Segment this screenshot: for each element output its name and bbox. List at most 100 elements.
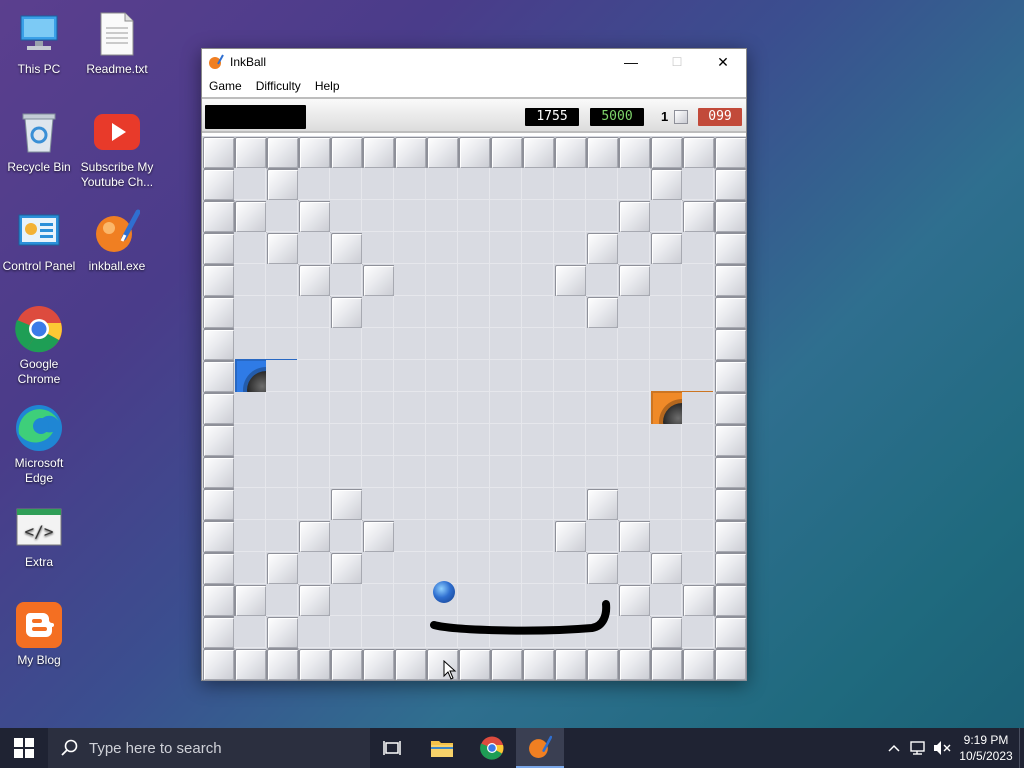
floor-tile	[554, 232, 586, 264]
start-button[interactable]	[0, 728, 48, 768]
wall-block	[202, 584, 235, 617]
target-score-display: 5000	[590, 108, 644, 126]
wall-block	[682, 200, 715, 233]
floor-tile	[394, 200, 426, 232]
wall-block	[618, 520, 651, 553]
wall-block	[266, 616, 299, 649]
game-board[interactable]	[202, 136, 747, 681]
desktop-icon-label: Extra	[24, 555, 53, 569]
desktop-icon-my-blog[interactable]: My Blog	[0, 601, 78, 668]
floor-tile	[234, 392, 266, 424]
floor-tile	[362, 488, 394, 520]
wall-block	[554, 264, 587, 297]
floor-tile	[650, 456, 682, 488]
floor-tile	[330, 456, 362, 488]
floor-tile	[266, 264, 298, 296]
wall-block	[202, 328, 235, 361]
floor-tile	[362, 424, 394, 456]
wall-block	[522, 136, 555, 169]
floor-tile	[234, 552, 266, 584]
wall-block	[714, 360, 747, 393]
clock[interactable]: 9:19 PM 10/5/2023	[955, 732, 1017, 764]
wall-block	[330, 488, 363, 521]
search-box[interactable]: Type here to search	[48, 728, 370, 768]
floor-tile	[522, 424, 554, 456]
desktop-icon-extra[interactable]: </> Extra	[0, 503, 78, 570]
floor-tile	[426, 264, 458, 296]
floor-tile	[298, 616, 330, 648]
show-hidden-icons-button[interactable]	[886, 740, 902, 756]
ball	[433, 581, 455, 603]
floor-tile	[682, 424, 714, 456]
taskbar-inkball[interactable]	[516, 728, 564, 768]
desktop-icon-label: Google Chrome	[17, 357, 61, 386]
desktop-icon-chrome[interactable]: Google Chrome	[0, 305, 78, 387]
volume-button[interactable]	[933, 740, 951, 756]
desktop-icon-control-panel[interactable]: Control Panel	[0, 207, 78, 274]
desktop-icon-edge[interactable]: Microsoft Edge	[0, 404, 78, 486]
desktop-icon-youtube[interactable]: Subscribe My Youtube Ch...	[78, 108, 156, 190]
taskbar-chrome[interactable]	[468, 728, 516, 768]
floor-tile	[586, 584, 618, 616]
code-file-icon: </>	[15, 503, 63, 551]
floor-tile	[362, 296, 394, 328]
floor-tile	[298, 168, 330, 200]
wall-block	[394, 136, 427, 169]
floor-tile	[394, 360, 426, 392]
wall-block	[714, 296, 747, 329]
desktop-icon-label: Subscribe My Youtube Ch...	[80, 160, 154, 189]
desktop-icon-inkball[interactable]: inkball.exe	[78, 207, 156, 274]
floor-tile	[682, 488, 714, 520]
floor-tile	[362, 456, 394, 488]
floor-tile	[426, 232, 458, 264]
menu-game[interactable]: Game	[202, 79, 249, 93]
wall-block	[202, 296, 235, 329]
floor-tile	[266, 296, 298, 328]
floor-tile	[394, 232, 426, 264]
wall-block	[714, 424, 747, 457]
desktop-icon-recycle-bin[interactable]: Recycle Bin	[0, 108, 78, 175]
wall-block	[362, 520, 395, 553]
floor-tile	[362, 360, 394, 392]
wall-block	[202, 552, 235, 585]
network-button[interactable]	[910, 740, 928, 756]
floor-tile	[490, 168, 522, 200]
task-view-button[interactable]	[368, 728, 416, 768]
network-icon	[910, 741, 925, 755]
floor-tile	[682, 456, 714, 488]
wall-block	[618, 264, 651, 297]
floor-tile	[682, 264, 714, 296]
floor-tile	[426, 200, 458, 232]
wall-block	[650, 616, 683, 649]
floor-tile	[618, 456, 650, 488]
taskbar-file-explorer[interactable]	[418, 728, 466, 768]
floor-tile	[458, 488, 490, 520]
desktop-icon-readme[interactable]: Readme.txt	[78, 10, 156, 77]
floor-tile	[362, 168, 394, 200]
floor-tile	[586, 328, 618, 360]
wall-block	[298, 200, 331, 233]
floor-tile	[618, 360, 650, 392]
floor-tile	[234, 520, 266, 552]
floor-tile	[426, 424, 458, 456]
clock-time: 9:19 PM	[963, 733, 1009, 747]
maximize-button[interactable]: ☐	[654, 49, 700, 75]
floor-tile	[298, 232, 330, 264]
desktop-icon-label: inkball.exe	[88, 259, 146, 273]
desktop-icon-label: Recycle Bin	[7, 160, 71, 174]
menu-difficulty[interactable]: Difficulty	[249, 79, 308, 93]
floor-tile	[522, 328, 554, 360]
minimize-button[interactable]: —	[608, 49, 654, 75]
floor-tile	[490, 232, 522, 264]
wall-block	[362, 264, 395, 297]
menu-help[interactable]: Help	[308, 79, 347, 93]
show-desktop-button[interactable]	[1019, 728, 1024, 768]
floor-tile	[522, 584, 554, 616]
floor-tile	[586, 168, 618, 200]
floor-tile	[330, 520, 362, 552]
floor-tile	[650, 584, 682, 616]
floor-tile	[490, 296, 522, 328]
title-bar[interactable]: InkBall — ☐ ✕	[202, 49, 746, 75]
close-button[interactable]: ✕	[700, 49, 746, 75]
desktop-icon-this-pc[interactable]: This PC	[0, 10, 78, 77]
